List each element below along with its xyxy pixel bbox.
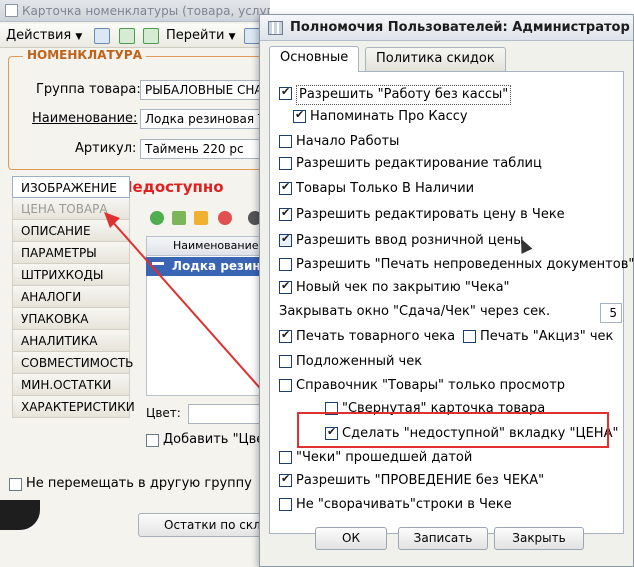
tab-packaging[interactable]: УПАКОВКА — [12, 308, 130, 330]
save-button[interactable]: Записать — [398, 527, 488, 550]
name-label[interactable]: Наименование: — [32, 111, 137, 126]
checkbox[interactable] — [279, 157, 292, 170]
delete-icon[interactable] — [218, 211, 232, 225]
card-tabs: ИЗОБРАЖЕНИЕ ЦЕНА ТОВАРА ОПИСАНИЕ ПАРАМЕТ… — [12, 176, 135, 418]
checkbox[interactable] — [463, 330, 476, 343]
document-icon[interactable] — [94, 28, 110, 44]
add-color-checkbox[interactable] — [146, 434, 159, 447]
add-icon[interactable] — [150, 211, 164, 225]
image-table — [146, 256, 270, 396]
tab-characteristics[interactable]: ХАРАКТЕРИСТИКИ — [12, 396, 135, 418]
checkbox[interactable] — [279, 328, 292, 343]
actions-menu-button[interactable]: Действия ▼ — [6, 27, 82, 45]
checkbox[interactable] — [279, 258, 292, 271]
ok-button[interactable]: ОК — [315, 527, 387, 550]
tab-min-stock[interactable]: МИН.ОСТАТКИ — [12, 374, 130, 396]
tab-parameters[interactable]: ПАРАМЕТРЫ — [12, 242, 130, 264]
checkbox[interactable] — [279, 85, 292, 100]
row-marker-icon — [152, 262, 164, 265]
table-row[interactable]: Лодка резиновая — [146, 257, 270, 276]
checkbox[interactable] — [279, 498, 292, 511]
checkbox[interactable] — [279, 232, 292, 247]
checkbox[interactable] — [279, 135, 292, 148]
highlight-box — [297, 412, 609, 448]
unavailable-annotation: Недоступно — [120, 178, 224, 196]
checkbox[interactable] — [279, 279, 292, 294]
nomenclature-window-titlebar: Карточка номенклатуры (товара, услуги): … — [0, 0, 270, 22]
name-field[interactable]: Лодка резиновая Таймень 220 рс — [140, 109, 270, 129]
checkbox[interactable] — [279, 355, 292, 368]
no-move-label: Не перемещать в другую группу — [26, 476, 252, 491]
checkbox[interactable] — [279, 206, 292, 221]
tab-analytics[interactable]: АНАЛИТИКА — [12, 330, 130, 352]
group-label: Группа товара: — [36, 82, 141, 97]
dialog-titlebar: Полномочия Пользователей: Администратор — [260, 15, 633, 41]
dialog-title: Полномочия Пользователей: Администратор — [290, 20, 630, 35]
checkbox[interactable] — [279, 451, 292, 464]
checkbox[interactable] — [279, 472, 292, 487]
tab-description[interactable]: ОПИСАНИЕ — [12, 220, 130, 242]
star-icon[interactable] — [194, 211, 208, 225]
copy-icon[interactable] — [143, 28, 159, 44]
nomenclature-window-title: Карточка номенклатуры (товара, услуги): … — [22, 4, 270, 18]
tab-barcodes[interactable]: ШТРИХКОДЫ — [12, 264, 130, 286]
close-button[interactable]: Закрыть — [494, 527, 584, 550]
checkbox[interactable] — [279, 379, 292, 392]
chevron-down-icon: ▼ — [75, 32, 83, 42]
section-title: НОМЕНКЛАТУРА — [23, 48, 147, 62]
tab-main[interactable]: Основные — [269, 46, 360, 72]
window-icon — [268, 21, 283, 35]
tab-analogs[interactable]: АНАЛОГИ — [12, 286, 130, 308]
window-icon — [5, 4, 18, 17]
stock-by-warehouse-button[interactable]: Остатки по складам — [138, 513, 270, 537]
article-field[interactable]: Таймень 220 рс — [140, 139, 270, 159]
tab-price: ЦЕНА ТОВАРА — [12, 198, 130, 220]
table-header[interactable]: Наименование изображения — [146, 236, 270, 256]
refresh-icon[interactable] — [119, 28, 135, 44]
nomenclature-card-window: Карточка номенклатуры (товара, услуги): … — [0, 0, 278, 567]
checkbox[interactable] — [279, 180, 292, 195]
chevron-down-icon: ▼ — [228, 32, 236, 42]
goto-menu-button[interactable]: Перейти ▼ — [166, 27, 236, 45]
tab-discount-policy[interactable]: Политика скидок — [365, 47, 506, 71]
tab-compatibility[interactable]: СОВМЕСТИМОСТЬ — [12, 352, 133, 374]
group-field[interactable]: РЫБАЛОВНЫЕ СНАСТИ — [140, 80, 270, 100]
checkbox[interactable] — [293, 108, 306, 123]
product-image-preview — [0, 500, 40, 530]
article-label: Артикул: — [75, 141, 137, 156]
close-window-seconds-input[interactable]: 5 — [600, 303, 622, 323]
edit-icon[interactable] — [172, 211, 186, 225]
tab-image[interactable]: ИЗОБРАЖЕНИЕ — [12, 176, 130, 198]
toolbar: Действия ▼ Перейти ▼ — [0, 24, 270, 48]
settings-icon[interactable] — [244, 28, 260, 44]
color-label: Цвет: — [146, 406, 181, 420]
no-move-checkbox[interactable] — [9, 478, 22, 491]
close-window-label: Закрывать окно "Сдача/Чек" через сек. — [279, 304, 551, 319]
color-field[interactable] — [188, 404, 270, 424]
